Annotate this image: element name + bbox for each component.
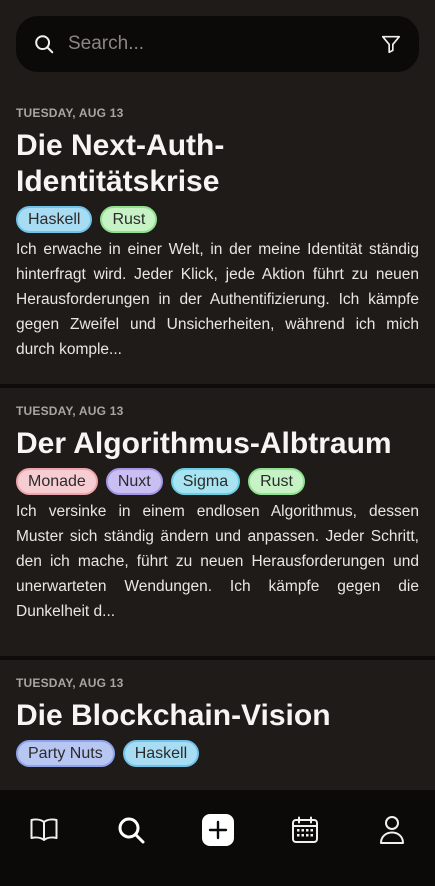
entry-title: Der Algorithmus-Albtraum [16,427,392,460]
search-icon [32,32,56,56]
tag[interactable]: Party Nuts [16,740,115,767]
tab-profile[interactable] [370,814,414,850]
tag-list: Haskell Rust [16,206,419,234]
entries-feed: TUESDAY, AUG 13 Die Next-Auth-Identitäts… [0,90,435,820]
tag[interactable]: Nuxt [105,468,163,495]
bottom-tab-bar [0,790,435,886]
entry-card[interactable]: TUESDAY, AUG 13 Die Next-Auth-Identitäts… [0,90,435,388]
tag[interactable]: Monade [16,468,98,495]
tag[interactable]: Sigma [170,468,241,495]
entry-title: Die Blockchain-Vision [16,699,331,732]
entry-excerpt: Ich erwache in einer Welt, in der meine … [16,241,419,358]
tag[interactable]: Rust [100,206,158,233]
search-header [0,0,435,90]
tab-calendar[interactable] [283,814,327,850]
tab-new-entry[interactable] [196,813,240,851]
plus-icon [201,813,234,851]
search-icon [116,815,146,850]
entry-title: Die Next-Auth-Identitätskrise [16,129,225,198]
tab-search[interactable] [109,814,153,850]
calendar-icon [291,816,319,849]
tab-journal[interactable] [22,814,66,850]
tag-list: Party Nuts Haskell [16,740,419,768]
user-icon [379,815,405,850]
book-icon [29,817,59,848]
tag[interactable]: Rust [248,468,305,495]
entry-date: TUESDAY, AUG 13 [16,404,124,418]
tag[interactable]: Haskell [122,740,200,767]
entry-date: TUESDAY, AUG 13 [16,106,124,120]
entry-date: TUESDAY, AUG 13 [16,676,124,690]
tag-list: Monade Nuxt Sigma Rust [16,468,419,496]
entry-excerpt: Ich versinke in einem endlosen Algorithm… [16,503,419,620]
entry-card[interactable]: TUESDAY, AUG 13 Der Algorithmus-Albtraum… [0,388,435,660]
filter-icon[interactable] [379,32,403,56]
tag[interactable]: Haskell [16,206,93,233]
search-bar[interactable] [16,16,419,72]
search-input[interactable] [68,24,379,64]
